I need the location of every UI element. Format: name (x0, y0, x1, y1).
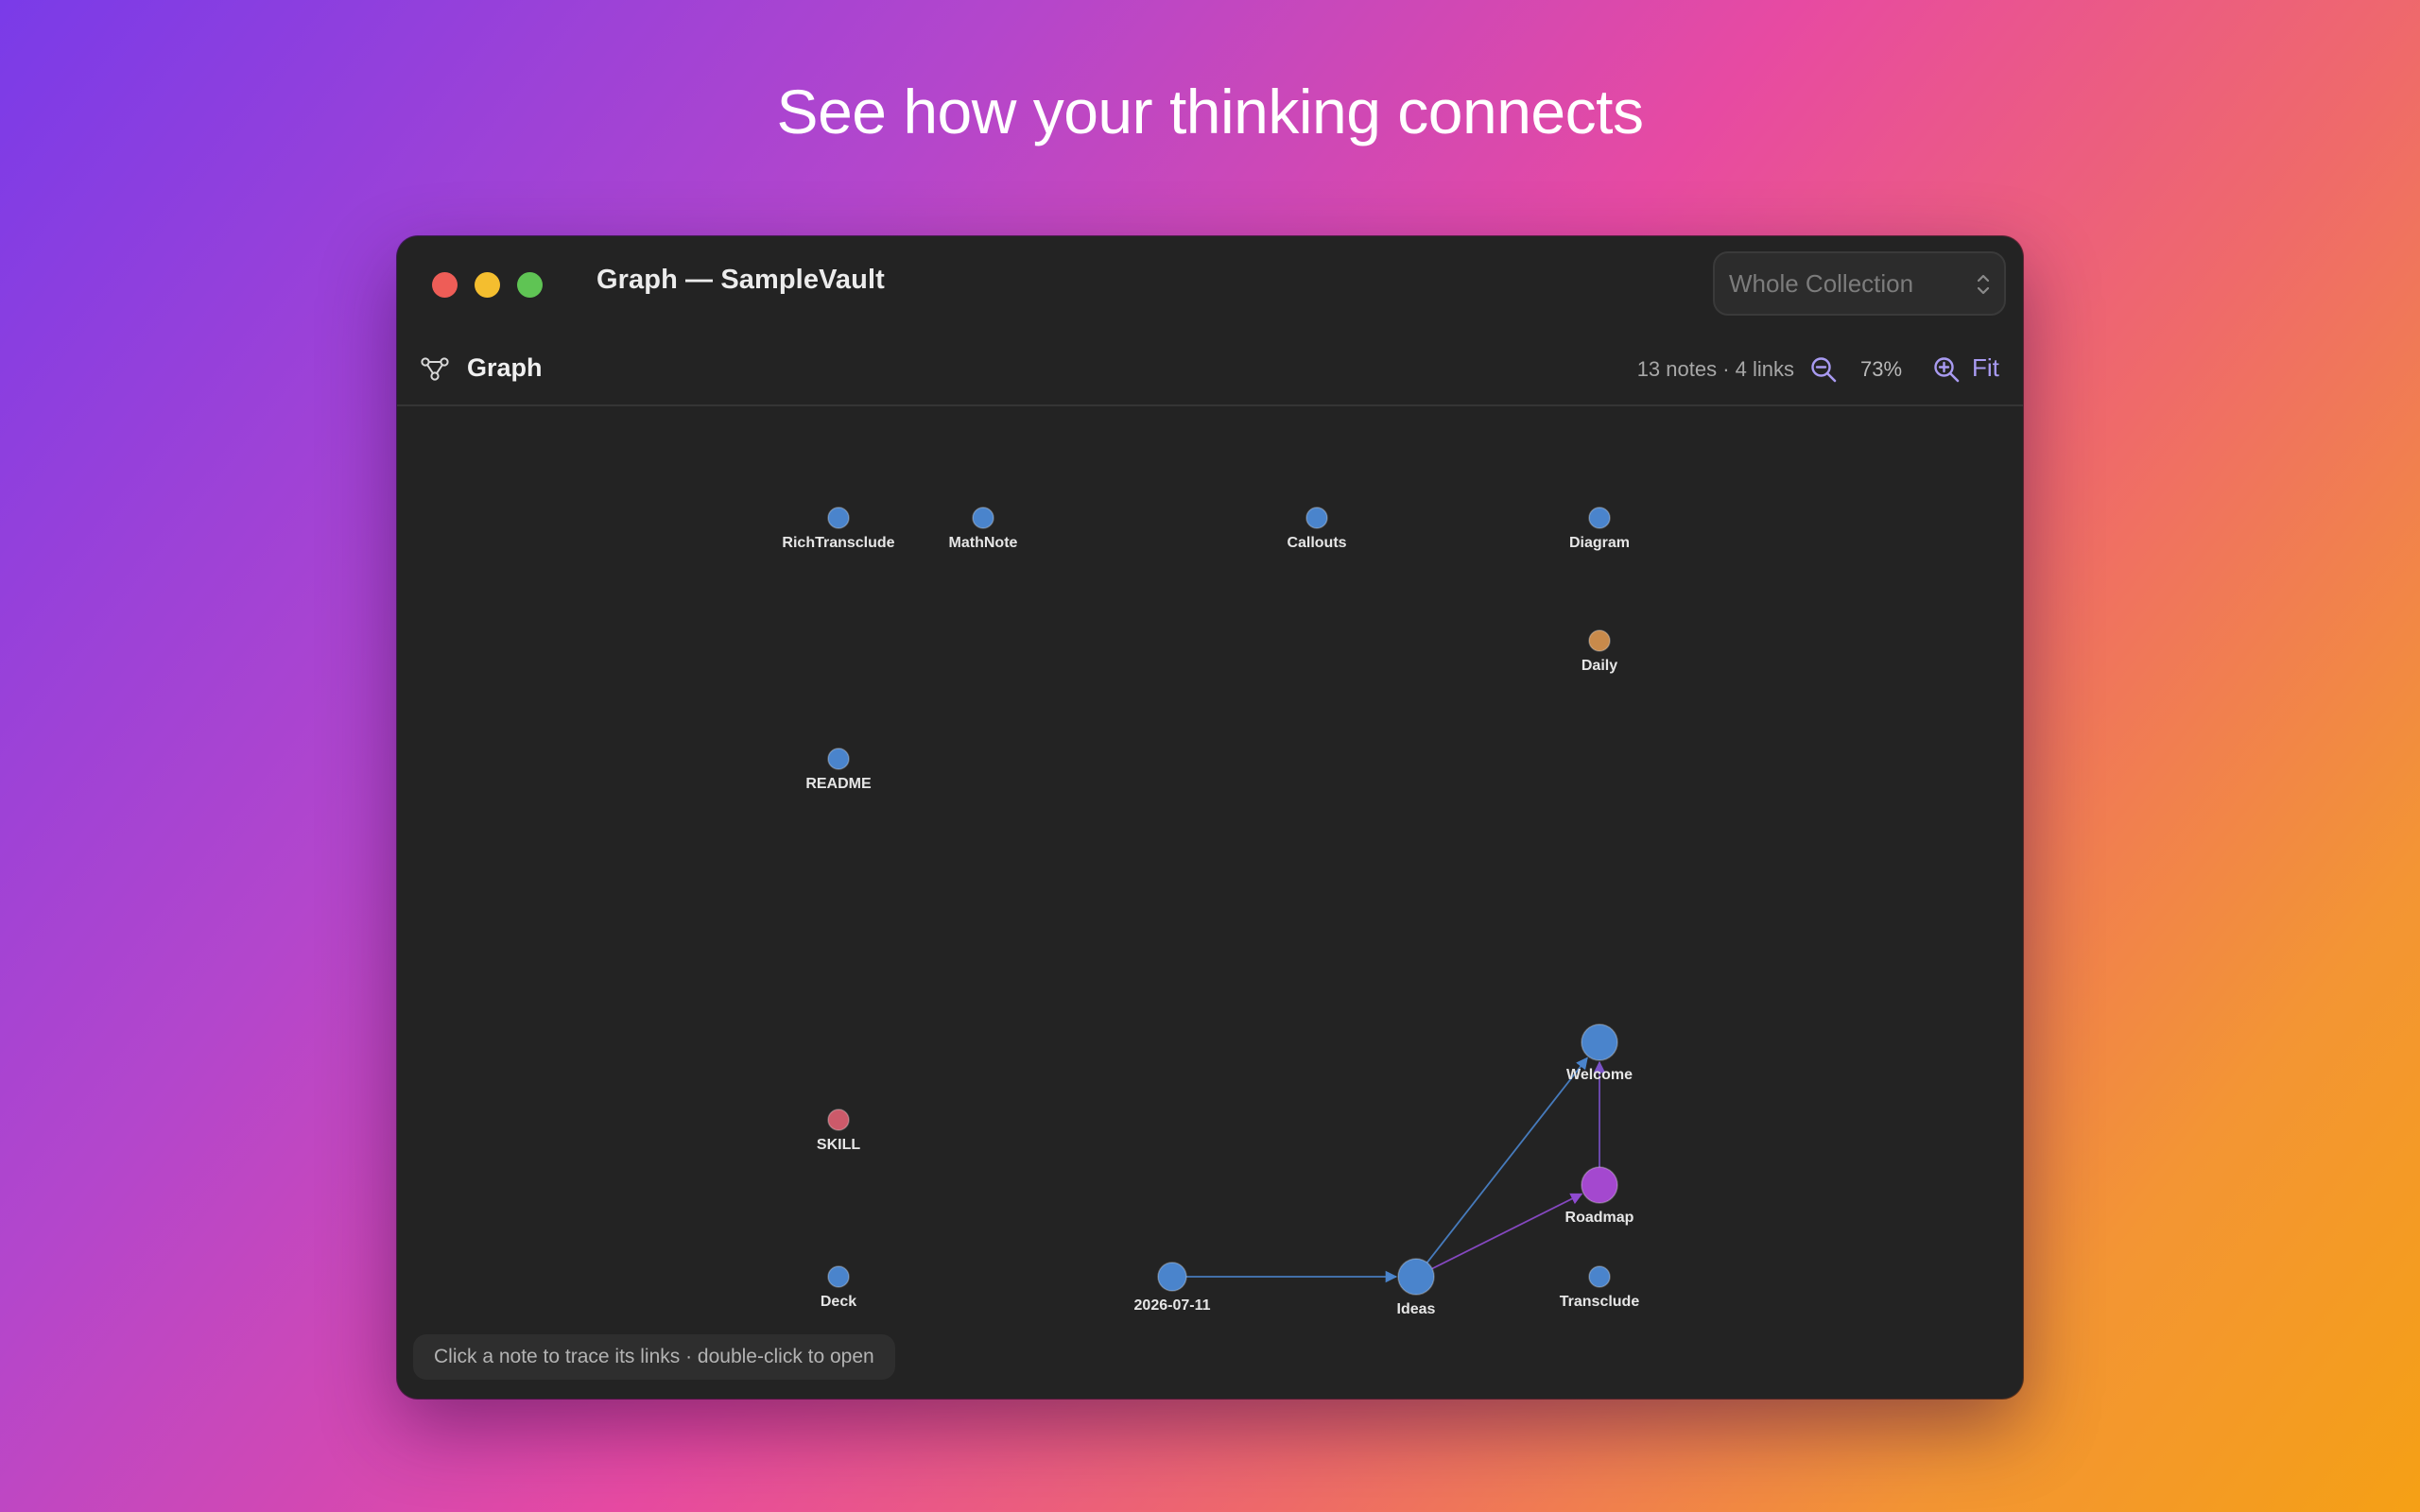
graph-node-label-diagram: Diagram (1569, 535, 1630, 551)
graph-node-deck[interactable]: Deck (821, 1265, 856, 1310)
graph-node-dot-diagram[interactable] (1588, 507, 1611, 529)
graph-node-dot-daily[interactable] (1588, 629, 1611, 652)
graph-node-label-callouts: Callouts (1287, 535, 1346, 551)
graph-node-dot-transclude[interactable] (1588, 1265, 1611, 1288)
graph-node-readme[interactable]: README (805, 747, 872, 792)
graph-node-label-daily: Daily (1582, 658, 1617, 674)
graph-node-dot-callouts[interactable] (1305, 507, 1328, 529)
graph-node-dot-skill[interactable] (827, 1108, 850, 1131)
graph-node-label-transclude: Transclude (1560, 1294, 1640, 1310)
graph-node-dot-2026-07-11[interactable] (1157, 1262, 1187, 1292)
graph-node-label-2026-07-11: 2026-07-11 (1134, 1297, 1211, 1314)
graph-node-2026-07-11[interactable]: 2026-07-11 (1134, 1262, 1211, 1314)
graph-node-dot-ideas[interactable] (1397, 1258, 1435, 1296)
graph-node-diagram[interactable]: Diagram (1569, 507, 1630, 551)
graph-node-skill[interactable]: SKILL (817, 1108, 860, 1153)
graph-node-daily[interactable]: Daily (1582, 629, 1617, 674)
graph-node-dot-welcome[interactable] (1581, 1023, 1618, 1061)
graph-node-dot-readme[interactable] (827, 747, 850, 770)
graph-canvas[interactable]: RichTransclude MathNote Callouts Diagram Dai… (397, 236, 2023, 1399)
graph-node-label-roadmap: Roadmap (1565, 1210, 1634, 1226)
headline: See how your thinking connects (776, 77, 1644, 146)
graph-node-label-welcome: Welcome (1566, 1067, 1633, 1083)
graph-node-dot-deck[interactable] (827, 1265, 850, 1288)
graph-node-welcome[interactable]: Welcome (1566, 1023, 1633, 1083)
graph-node-label-mathnote: MathNote (949, 535, 1018, 551)
graph-node-label-deck: Deck (821, 1294, 856, 1310)
graph-node-dot-roadmap[interactable] (1581, 1166, 1618, 1204)
graph-node-richtransclude[interactable]: RichTransclude (782, 507, 895, 551)
hint-bar: Click a note to trace its links · double… (413, 1334, 895, 1380)
graph-node-label-ideas: Ideas (1397, 1301, 1436, 1317)
graph-node-label-richtransclude: RichTransclude (782, 535, 894, 551)
graph-node-ideas[interactable]: Ideas (1397, 1258, 1436, 1317)
graph-node-transclude[interactable]: Transclude (1560, 1265, 1640, 1310)
graph-link-ideas-to-roadmap (1431, 1193, 1583, 1270)
graph-node-label-skill: SKILL (817, 1137, 860, 1153)
graph-window: Graph — SampleVault Whole Collection Gra… (397, 236, 2023, 1399)
graph-node-dot-mathnote[interactable] (972, 507, 994, 529)
graph-node-callouts[interactable]: Callouts (1287, 507, 1347, 551)
graph-node-mathnote[interactable]: MathNote (949, 507, 1018, 551)
graph-node-dot-richtransclude[interactable] (827, 507, 850, 529)
graph-node-label-readme: README (805, 776, 872, 792)
